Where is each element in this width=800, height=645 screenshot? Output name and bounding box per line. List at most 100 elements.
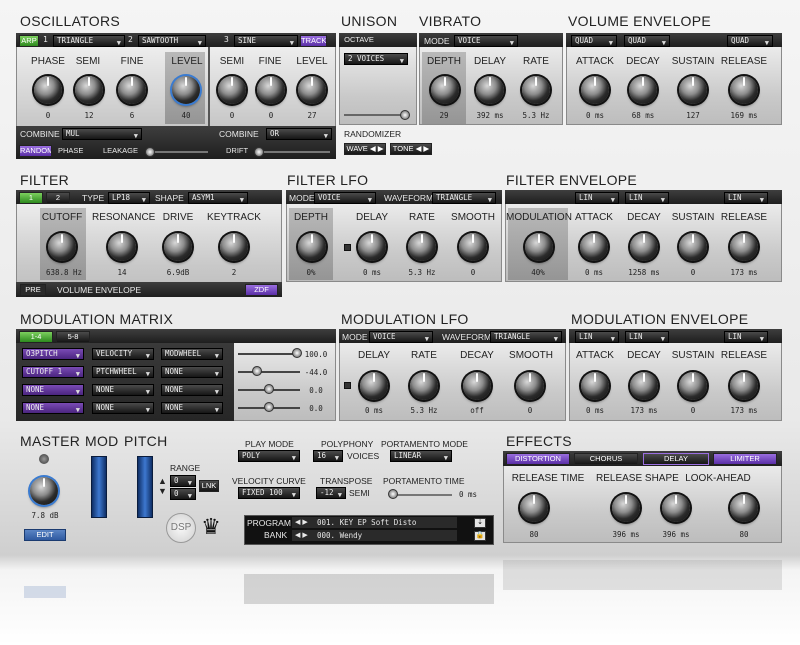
flfo-smooth-knob[interactable] [459,233,487,261]
filter-type-select[interactable]: LP18 ▼ [108,192,150,204]
mlfo-waveform-select[interactable]: TRIANGLE ▼ [490,331,562,343]
matrix-amount-thumb[interactable] [292,348,302,358]
range-down-icon[interactable]: ▼ [158,486,167,496]
range-up-icon[interactable]: ▲ [158,476,167,486]
random-button[interactable]: RANDOM [19,145,52,157]
master-volume-knob[interactable] [30,477,58,505]
matrix-amount-thumb[interactable] [251,366,262,376]
matrix-destination-select[interactable]: CUTOFF 1 ▼ [22,366,84,378]
program-arrows-icon[interactable]: ◀ ▶ [295,518,308,526]
effect-tab-distortion[interactable]: DISTORTION [506,453,570,465]
track-button[interactable]: TRACK [300,35,327,47]
volenv-curve1-select[interactable]: QUAD ▼ [571,35,617,47]
combine2-select[interactable]: OR ▼ [266,128,332,140]
portamento-time-thumb[interactable] [388,489,398,499]
matrix-tab-5-8[interactable]: 5-8 [56,331,90,343]
edit-button[interactable]: EDIT [24,529,66,541]
link-button[interactable]: LNK [199,480,219,492]
matrix-via-select[interactable]: NONE ▼ [161,402,223,414]
osc1-wave-select[interactable]: TRIANGLE ▼ [53,35,125,47]
zdf-button[interactable]: ZDF [245,284,278,296]
look-ahead-knob[interactable] [730,494,758,522]
leakage-thumb[interactable] [145,147,155,157]
volenv-release-knob[interactable] [730,76,758,104]
matrix-tab-1-4[interactable]: 1-4 [19,331,53,343]
vibrato-rate-knob[interactable] [522,76,550,104]
unison-slider-thumb[interactable] [400,110,410,120]
matrix-amount-slider[interactable] [238,371,300,373]
osc3-wave-select[interactable]: SINE ▼ [234,35,298,47]
octave-button[interactable]: OCTAVE [342,35,376,47]
mod-wheel[interactable] [91,456,107,518]
matrix-source-select[interactable]: VELOCITY ▼ [92,348,154,360]
wave-randomize-button[interactable]: WAVE ◀ ▶ [344,143,386,155]
volenv-curve2-select[interactable]: QUAD ▼ [624,35,670,47]
semi3-knob[interactable] [218,76,246,104]
effect-tab-limiter[interactable]: LIMITER [713,453,777,465]
save-icon[interactable]: ⇣ [474,518,486,528]
menv-sustain-knob[interactable] [679,372,707,400]
matrix-via-select[interactable]: MODWHEEL ▼ [161,348,223,360]
menv-attack-knob[interactable] [581,372,609,400]
cutoff-knob[interactable] [48,233,76,261]
filter-shape-select[interactable]: ASYM1 ▼ [188,192,248,204]
pitch-wheel[interactable] [137,456,153,518]
matrix-amount-thumb[interactable] [264,402,274,412]
flfo-waveform-select[interactable]: TRIANGLE ▼ [432,192,496,204]
fenv-attack-knob[interactable] [580,233,608,261]
vibrato-delay-knob[interactable] [476,76,504,104]
combine1-select[interactable]: MUL ▼ [62,128,142,140]
portamento-time-slider[interactable] [392,494,452,496]
effect-tab-delay[interactable]: DELAY [643,453,709,465]
drift-slider[interactable] [256,151,330,153]
volenv-decay-knob[interactable] [629,76,657,104]
fenv-release-knob[interactable] [730,233,758,261]
release-shape-knob[interactable] [612,494,640,522]
mlfo-decay-knob[interactable] [463,372,491,400]
mlfo-smooth-knob[interactable] [516,372,544,400]
osc2-wave-select[interactable]: SAWTOOTH ▼ [138,35,206,47]
matrix-amount-thumb[interactable] [264,384,274,394]
release-time-knob[interactable] [520,494,548,522]
mlfo-delay-knob[interactable] [360,372,388,400]
menv-decay-knob[interactable] [630,372,658,400]
fenv-curve3-select[interactable]: LIN ▼ [724,192,768,204]
fenv-curve2-select[interactable]: LIN ▼ [625,192,669,204]
pre-button[interactable]: PRE [20,284,46,296]
keytrack-knob[interactable] [220,233,248,261]
flfo-mode-select[interactable]: VOICE ▼ [314,192,376,204]
drive-knob[interactable] [164,233,192,261]
fenv-modulation-knob[interactable] [525,233,553,261]
matrix-destination-select[interactable]: NONE ▼ [22,384,84,396]
matrix-amount-slider[interactable] [238,353,300,355]
filter2-button[interactable]: 2 [46,192,70,204]
fine-knob[interactable] [118,76,146,104]
menv-release-knob[interactable] [730,372,758,400]
matrix-source-select[interactable]: NONE ▼ [92,402,154,414]
vibrato-mode-select[interactable]: VOICE ▼ [454,35,518,47]
flfo-sync-toggle[interactable] [344,244,351,251]
volenv-attack-knob[interactable] [581,76,609,104]
polyphony-select[interactable]: 16 ▼ [313,450,343,462]
volenv-curve3-select[interactable]: QUAD ▼ [727,35,773,47]
drift-thumb[interactable] [254,147,264,157]
menv-curve2-select[interactable]: LIN ▼ [625,331,669,343]
fine3-knob[interactable] [257,76,285,104]
volenv-sustain-knob[interactable] [679,76,707,104]
bank-arrows-icon[interactable]: ◀ ▶ [295,531,308,539]
vibrato-depth-knob[interactable] [431,76,459,104]
mlfo-mode-select[interactable]: VOICE ▼ [369,331,433,343]
matrix-source-select[interactable]: PTCHWHEEL ▼ [92,366,154,378]
semi-knob[interactable] [75,76,103,104]
voices-select[interactable]: 2 VOICES ▼ [344,53,408,65]
lock-icon[interactable]: 🔒 [474,531,486,541]
matrix-via-select[interactable]: NONE ▼ [161,366,223,378]
play-mode-select[interactable]: POLY ▼ [238,450,300,462]
menv-curve1-select[interactable]: LIN ▼ [575,331,619,343]
unison-slider[interactable] [344,114,408,116]
flfo-rate-knob[interactable] [408,233,436,261]
effect-tab-chorus[interactable]: CHORUS [574,453,638,465]
level-knob[interactable] [172,76,200,104]
menv-curve3-select[interactable]: LIN ▼ [724,331,768,343]
transpose-select[interactable]: -12 ▼ [316,487,346,499]
